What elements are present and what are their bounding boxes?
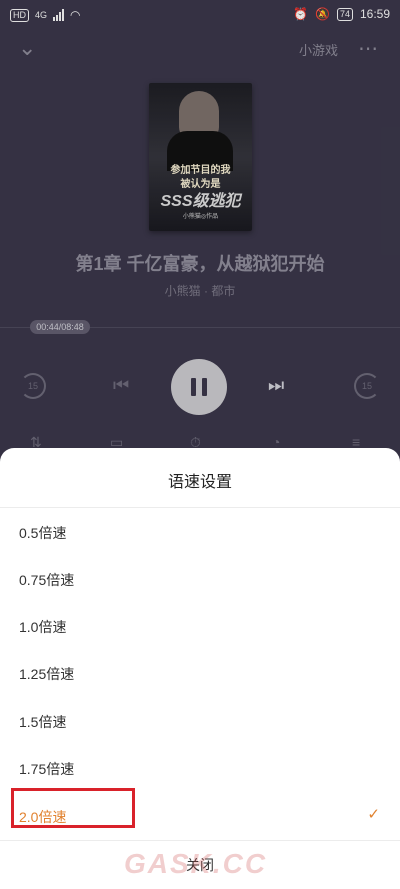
speed-option[interactable]: 0.75倍速 <box>0 556 400 603</box>
divider <box>0 507 400 508</box>
speed-option[interactable]: 1.25倍速 <box>0 650 400 697</box>
speed-option[interactable]: 0.5倍速 <box>0 509 400 556</box>
speed-option[interactable]: 1.5倍速 <box>0 698 400 745</box>
sheet-title: 语速设置 <box>167 474 232 491</box>
speed-option[interactable]: 1.0倍速 <box>0 603 400 650</box>
speed-option[interactable]: 1.75倍速 <box>0 745 400 792</box>
watermark: GASK.CC <box>124 848 268 879</box>
highlight-box <box>11 788 135 828</box>
check-icon: ✓ <box>367 806 380 823</box>
